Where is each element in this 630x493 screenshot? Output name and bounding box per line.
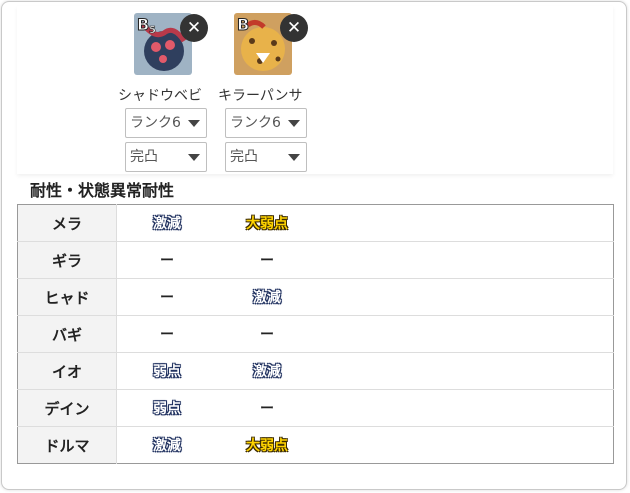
element-label: メラ — [17, 204, 117, 242]
section-title: 耐性・状態異常耐性 — [30, 181, 175, 200]
table-row: ドルマ 激減 大弱点 — [17, 426, 614, 464]
monster-name: キラーパンサ — [218, 88, 303, 104]
rank-select[interactable]: ランク6 — [225, 108, 307, 138]
element-label: デイン — [17, 389, 117, 427]
resistance-cell: 激減 — [217, 278, 317, 316]
resistance-cell: ー — [116, 241, 217, 279]
element-label: イオ — [17, 352, 117, 390]
major-weakness-badge: 大弱点 — [246, 438, 288, 454]
no-effect-value: ー — [260, 401, 274, 417]
empty-cell — [317, 315, 614, 353]
element-label: バギ — [17, 315, 117, 353]
table-row: イオ 弱点 激減 — [17, 352, 614, 390]
resistance-cell: 激減 — [116, 204, 217, 242]
empty-cell — [317, 352, 614, 390]
element-label: ギラ — [17, 241, 117, 279]
resistance-badge: 激減 — [153, 216, 181, 232]
no-effect-value: ー — [160, 327, 174, 343]
rank-select[interactable]: ランク6 — [125, 108, 207, 138]
dropdown-arrow-icon — [188, 120, 200, 127]
no-effect-value: ー — [160, 253, 174, 269]
rank-select-value: ランク6 — [230, 115, 281, 131]
rank-letter: B — [237, 15, 249, 34]
resistance-badge: 激減 — [253, 364, 281, 380]
monster-selection-panel: B 5 ✕ シャドウベビ ランク6 完凸 B ✕ キラーパンサ ランク6 完凸 — [17, 6, 613, 174]
resistance-table: メラ 激減 大弱点 ギラーーヒャドー激減 バギーーイオ 弱点 激減 デイン 弱点ードルマ 激減 大弱… — [17, 204, 614, 464]
element-label: ドルマ — [17, 426, 117, 464]
empty-cell — [317, 427, 614, 464]
no-effect-value: ー — [160, 290, 174, 306]
limit-break-select[interactable]: 完凸 — [225, 142, 307, 172]
resistance-cell: 大弱点 — [217, 204, 317, 242]
table-row: バギ ー ー — [17, 315, 614, 353]
empty-cell — [317, 278, 614, 316]
resistance-cell: ー — [217, 241, 317, 279]
empty-cell — [317, 389, 614, 427]
resistance-cell: 激減 — [217, 352, 317, 390]
table-row: メラ 激減 大弱点 — [17, 204, 614, 242]
monster-name: シャドウベビ — [118, 88, 202, 104]
remove-monster-button[interactable]: ✕ — [180, 14, 208, 42]
resistance-badge: 激減 — [253, 290, 281, 306]
table-row: ギラ ー ー — [17, 241, 614, 279]
resistance-cell: 弱点 — [116, 389, 217, 427]
resistance-badge: 激減 — [153, 438, 181, 454]
major-weakness-badge: 大弱点 — [246, 216, 288, 232]
resistance-cell: ー — [217, 389, 317, 427]
resistance-cell: ー — [217, 315, 317, 353]
close-icon: ✕ — [186, 18, 202, 38]
resistance-cell: ー — [116, 315, 217, 353]
resistance-badge: 弱点 — [153, 401, 181, 417]
close-icon: ✕ — [286, 18, 302, 38]
rank-number: 5 — [149, 25, 156, 36]
rank-letter: B — [137, 15, 149, 34]
dropdown-arrow-icon — [288, 154, 300, 161]
resistance-cell: 激減 — [117, 427, 218, 464]
limit-break-value: 完凸 — [230, 149, 258, 165]
resistance-cell: 弱点 — [116, 352, 217, 390]
limit-break-select[interactable]: 完凸 — [125, 142, 207, 172]
dropdown-arrow-icon — [188, 154, 200, 161]
empty-cell — [317, 241, 614, 279]
no-effect-value: ー — [260, 253, 274, 269]
resistance-badge: 弱点 — [153, 364, 181, 380]
dropdown-arrow-icon — [288, 120, 300, 127]
rank-select-value: ランク6 — [130, 115, 181, 131]
table-row: デイン 弱点 ー — [17, 389, 614, 427]
resistance-cell: 大弱点 — [217, 427, 317, 464]
no-effect-value: ー — [260, 327, 274, 343]
table-row: ヒャド ー 激減 — [17, 278, 614, 316]
remove-monster-button[interactable]: ✕ — [280, 14, 308, 42]
resistance-cell: ー — [116, 278, 217, 316]
limit-break-value: 完凸 — [130, 149, 158, 165]
element-label: ヒャド — [17, 278, 117, 316]
empty-cell — [317, 204, 614, 242]
